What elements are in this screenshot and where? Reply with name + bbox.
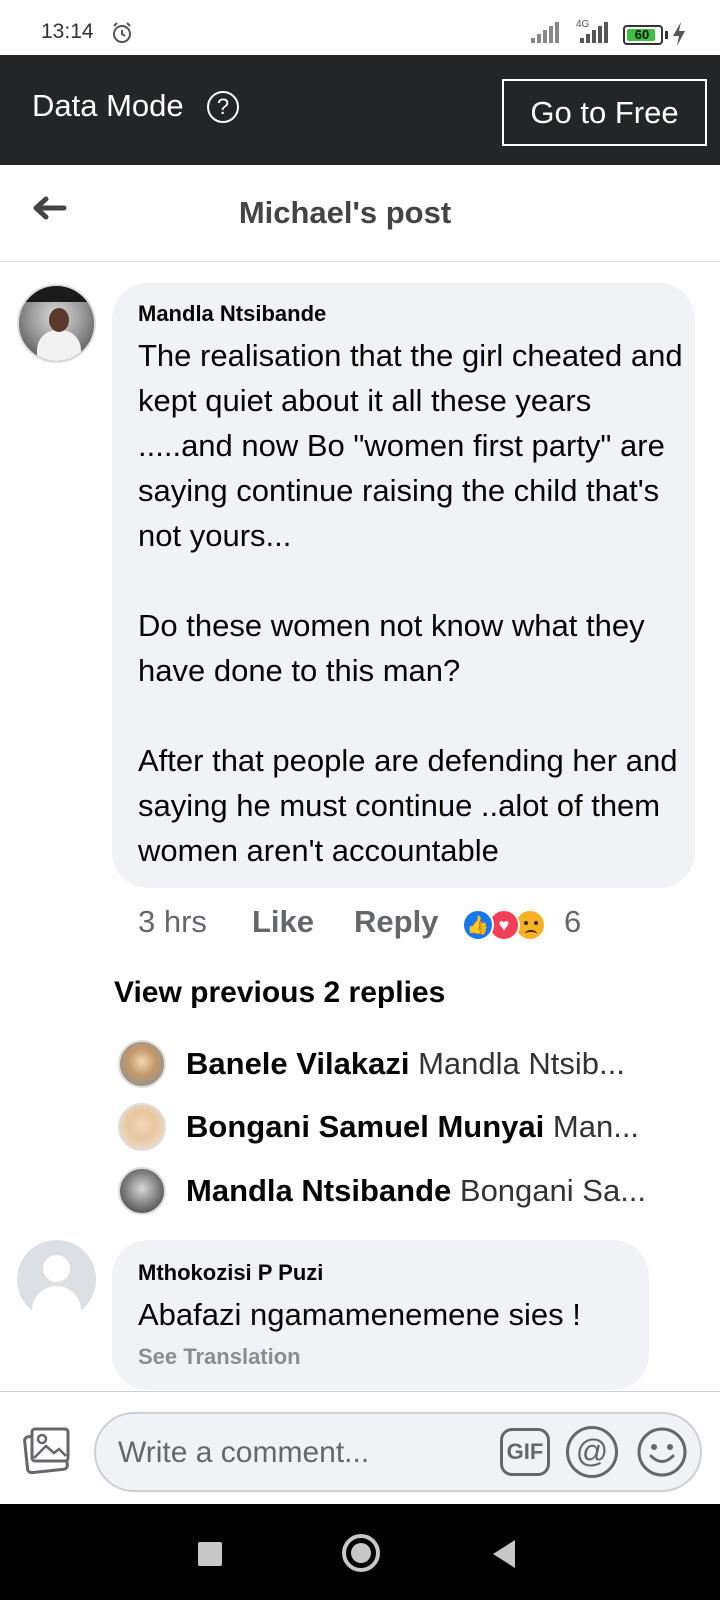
reply-author[interactable]: Banele Vilakazi (186, 1046, 409, 1081)
system-nav-bar (0, 1504, 720, 1600)
data-mode-bar: Data Mode ? Go to Free (0, 55, 720, 165)
reply-preview: Man... (552, 1109, 640, 1144)
reply-author[interactable]: Mandla Ntsibande (186, 1173, 451, 1208)
comment-composer: Write a comment... GIF @ (0, 1391, 720, 1504)
status-bar: 13:14 4G 60 (0, 0, 720, 55)
home-icon[interactable] (342, 1534, 380, 1572)
reply-item[interactable]: Bongani Samuel Munyai Man... (118, 1103, 678, 1153)
battery-cap (665, 31, 668, 39)
comment-author[interactable]: Mthokozisi P Puzi (138, 1260, 323, 1286)
like-reaction-icon[interactable]: 👍 (462, 909, 494, 941)
reply-item[interactable]: Banele Vilakazi Mandla Ntsib... (118, 1040, 678, 1090)
comment-text: Abafazi ngamamenemene sies ! (138, 1297, 581, 1332)
view-previous-replies-link[interactable]: View previous 2 replies (114, 976, 445, 1010)
help-icon[interactable]: ? (207, 91, 239, 123)
recents-icon[interactable] (198, 1542, 222, 1566)
avatar[interactable] (118, 1103, 166, 1151)
mention-icon[interactable]: @ (566, 1426, 618, 1478)
comment-bubble[interactable]: Mandla Ntsibande The realisation that th… (112, 283, 695, 888)
battery-icon: 60 (623, 25, 663, 45)
photo-icon[interactable] (20, 1425, 72, 1475)
data-mode-title: Data Mode (32, 88, 184, 123)
avatar[interactable] (17, 284, 96, 363)
default-avatar-icon[interactable] (17, 1240, 96, 1319)
like-button[interactable]: Like (252, 904, 314, 940)
comment-time[interactable]: 3 hrs (138, 904, 207, 940)
reply-preview: Bongani Sa... (459, 1173, 647, 1208)
gif-icon[interactable]: GIF (500, 1428, 550, 1476)
post-header: Michael's post (0, 165, 720, 262)
reaction-count[interactable]: 6 (564, 904, 581, 940)
back-icon[interactable] (493, 1540, 515, 1568)
avatar[interactable] (118, 1167, 166, 1215)
reply-text: Bongani Samuel Munyai Man... (186, 1109, 678, 1145)
reply-button[interactable]: Reply (354, 904, 438, 940)
alarm-icon (113, 22, 131, 43)
page-title: Michael's post (238, 195, 452, 230)
reply-text: Banele Vilakazi Mandla Ntsib... (186, 1046, 678, 1082)
status-time: 13:14 (41, 20, 94, 43)
reply-author[interactable]: Bongani Samuel Munyai (186, 1109, 544, 1144)
see-translation-link[interactable]: See Translation (138, 1344, 301, 1370)
comment-input[interactable]: Write a comment... GIF @ (94, 1412, 702, 1492)
comment-text: The realisation that the girl cheated an… (138, 338, 683, 868)
comment-author[interactable]: Mandla Ntsibande (138, 301, 326, 327)
reply-text: Mandla Ntsibande Bongani Sa... (186, 1173, 678, 1209)
emoji-icon[interactable] (636, 1426, 688, 1478)
signal-4g-icon (580, 22, 608, 43)
signal-icon (531, 22, 559, 43)
battery-level: 60 (634, 27, 650, 42)
avatar[interactable] (118, 1040, 166, 1088)
go-to-free-button[interactable]: Go to Free (502, 79, 707, 146)
reply-preview: Mandla Ntsib... (418, 1046, 625, 1081)
reply-item[interactable]: Mandla Ntsibande Bongani Sa... (118, 1167, 678, 1217)
charging-bolt-icon (673, 22, 685, 46)
comment-bubble[interactable]: Mthokozisi P Puzi Abafazi ngamamenemene … (112, 1240, 649, 1390)
comment-placeholder: Write a comment... (118, 1436, 370, 1469)
